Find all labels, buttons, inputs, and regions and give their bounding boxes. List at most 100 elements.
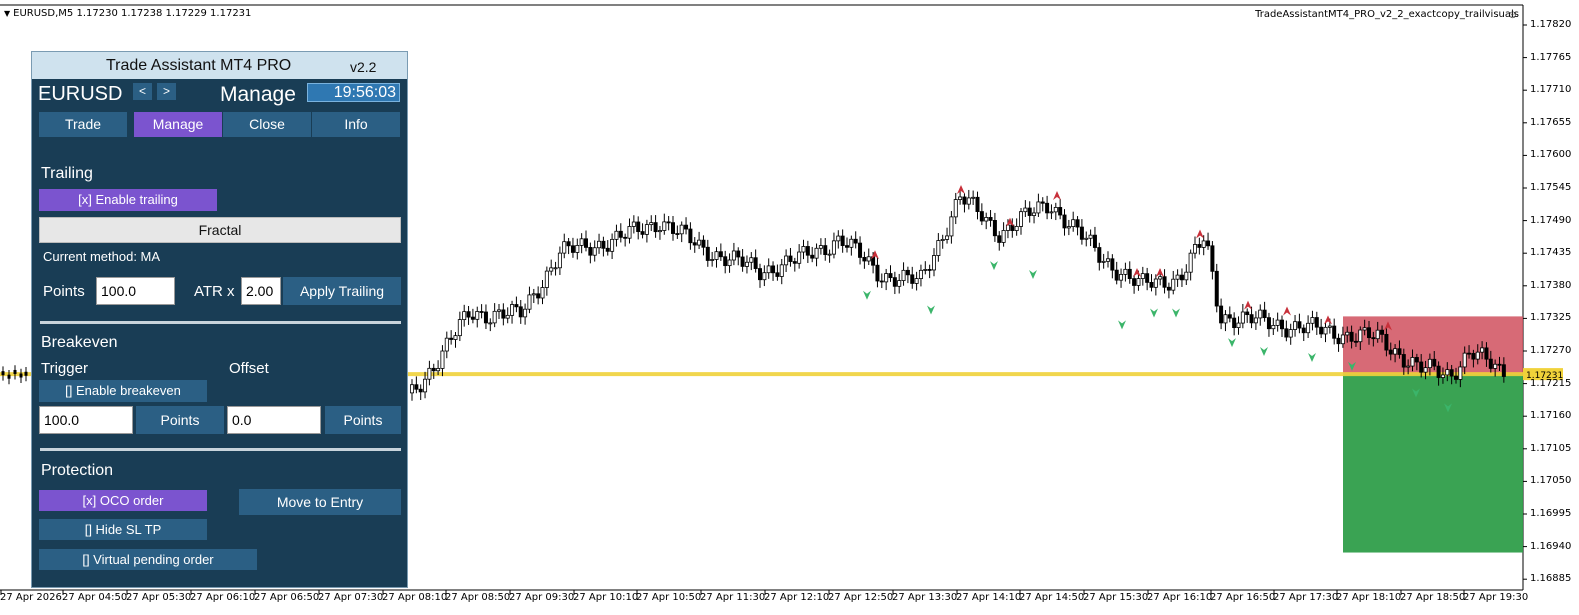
breakeven-offset-input[interactable]: 0.0 (227, 406, 321, 434)
price-tick-label: 1.17710 (1530, 84, 1572, 96)
candle-body (1166, 286, 1171, 291)
candle-body (1045, 202, 1050, 214)
price-tick-label: 1.17270 (1530, 345, 1572, 356)
fractal-down-marker (990, 261, 998, 271)
candle-body (24, 371, 28, 376)
candle-body (614, 230, 619, 240)
tab-manage[interactable]: Manage (134, 112, 222, 137)
candle-body (1019, 211, 1024, 227)
candle-body (762, 272, 767, 281)
candle-body (666, 221, 671, 224)
candle-body (1367, 327, 1372, 339)
candle-body (562, 241, 567, 254)
fractal-up-marker (957, 185, 965, 195)
candle-body (1288, 329, 1293, 338)
tab-trade[interactable]: Trade (39, 112, 127, 137)
candle-body (1293, 321, 1298, 330)
move-to-entry-button[interactable]: Move to Entry (239, 489, 401, 515)
tab-info[interactable]: Info (312, 112, 400, 137)
price-axis[interactable]: 1.17820 1.17765 1.17710 1.17655 1.17600 1.175… (1523, 0, 1579, 590)
candle-body (979, 211, 984, 222)
atr-label: ATR x (194, 283, 235, 300)
candle-body (449, 337, 454, 340)
chart-header-text: EURUSD,M5 1.17230 1.17238 1.17229 1.1723… (13, 8, 252, 19)
virtual-pending-order-toggle[interactable]: [] Virtual pending order (39, 549, 257, 570)
candle-body (1345, 331, 1350, 336)
candle-body (727, 259, 732, 267)
apply-trailing-button[interactable]: Apply Trailing (283, 277, 401, 305)
enable-breakeven-toggle[interactable]: [] Enable breakeven (39, 380, 207, 402)
candle-body (910, 274, 915, 284)
enable-trailing-toggle[interactable]: [x] Enable trailing (39, 189, 217, 211)
trigger-points-button[interactable]: Points (136, 406, 224, 434)
candle-body (1436, 365, 1441, 378)
offset-points-button[interactable]: Points (325, 406, 401, 434)
prev-symbol-button[interactable]: < (133, 83, 152, 100)
section-divider (40, 321, 401, 324)
atr-multiplier-input[interactable]: 2.00 (241, 277, 281, 305)
price-tick-label: 1.17655 (1530, 116, 1572, 128)
panel-title-bar[interactable]: Trade Assistant MT4 PRO v2.2 (32, 52, 407, 79)
dropdown-arrow-icon[interactable]: ▼ (4, 9, 10, 18)
candle-body (1240, 311, 1245, 324)
candle-body (975, 196, 980, 212)
trailing-method-button[interactable]: Fractal (39, 217, 401, 243)
time-axis[interactable]: 27 Apr 2026 27 Apr 04:50 27 Apr 05:30 27 Ap… (0, 590, 1528, 615)
candle-body (1406, 365, 1411, 368)
time-tick-label: 27 Apr 16:10 (1147, 592, 1213, 603)
next-symbol-button[interactable]: > (157, 83, 176, 100)
symbol-label: EURUSD (38, 83, 123, 105)
fractal-down-marker (1260, 347, 1268, 357)
candle-body (618, 230, 623, 238)
candle-body (544, 270, 549, 288)
trailing-points-input[interactable]: 100.0 (96, 277, 175, 305)
time-tick-label: 27 Apr 19:30 (1463, 592, 1529, 603)
candle-body (436, 368, 441, 372)
candle-body (1371, 337, 1376, 340)
breakeven-trigger-input[interactable]: 100.0 (39, 406, 133, 434)
time-tick-label: 27 Apr 10:50 (636, 592, 702, 603)
candle-body (1036, 201, 1041, 214)
candle-body (409, 384, 414, 394)
candle-body (1484, 347, 1489, 360)
candle-body (1097, 247, 1102, 263)
candle-body (1179, 274, 1184, 281)
candle-body (1340, 334, 1345, 345)
oco-order-toggle[interactable]: [x] OCO order (39, 490, 207, 511)
candle-body (1145, 273, 1150, 283)
candle-body (1, 371, 5, 376)
candle-body (1232, 317, 1237, 329)
candle-body (710, 259, 715, 261)
candle-body (771, 265, 776, 274)
candle-body (1075, 219, 1080, 228)
clock-display: 19:56:03 (307, 83, 400, 102)
fractal-down-marker (1150, 308, 1158, 318)
candle-body (1162, 276, 1167, 288)
candle-body (1501, 364, 1506, 377)
candle-body (888, 273, 893, 279)
candle-body (1314, 317, 1319, 328)
candle-body (1467, 352, 1472, 355)
trailing-heading: Trailing (41, 165, 93, 182)
fractal-up-marker (1196, 229, 1204, 239)
price-tick-label: 1.17435 (1530, 247, 1572, 259)
time-tick-label: 27 Apr 14:10 (956, 592, 1022, 603)
tab-close[interactable]: Close (223, 112, 311, 137)
candle-body (610, 238, 615, 252)
candle-body (1153, 278, 1158, 288)
hide-sl-tp-toggle[interactable]: [] Hide SL TP (39, 519, 207, 540)
candle-body (1401, 354, 1406, 368)
candle-body (1327, 325, 1332, 328)
candle-body (810, 254, 815, 259)
candle-body (1384, 333, 1389, 351)
candle-body (945, 235, 950, 240)
time-tick-label: 27 Apr 08:50 (445, 592, 511, 603)
candle-body (644, 224, 649, 235)
candle-body (1062, 214, 1067, 229)
candle-body (1471, 353, 1476, 360)
price-tick-label: 1.17325 (1530, 312, 1572, 324)
candle-body (1223, 314, 1228, 324)
candle-body (636, 221, 641, 232)
candle-body (901, 269, 906, 281)
fractal-down-marker (863, 290, 871, 300)
